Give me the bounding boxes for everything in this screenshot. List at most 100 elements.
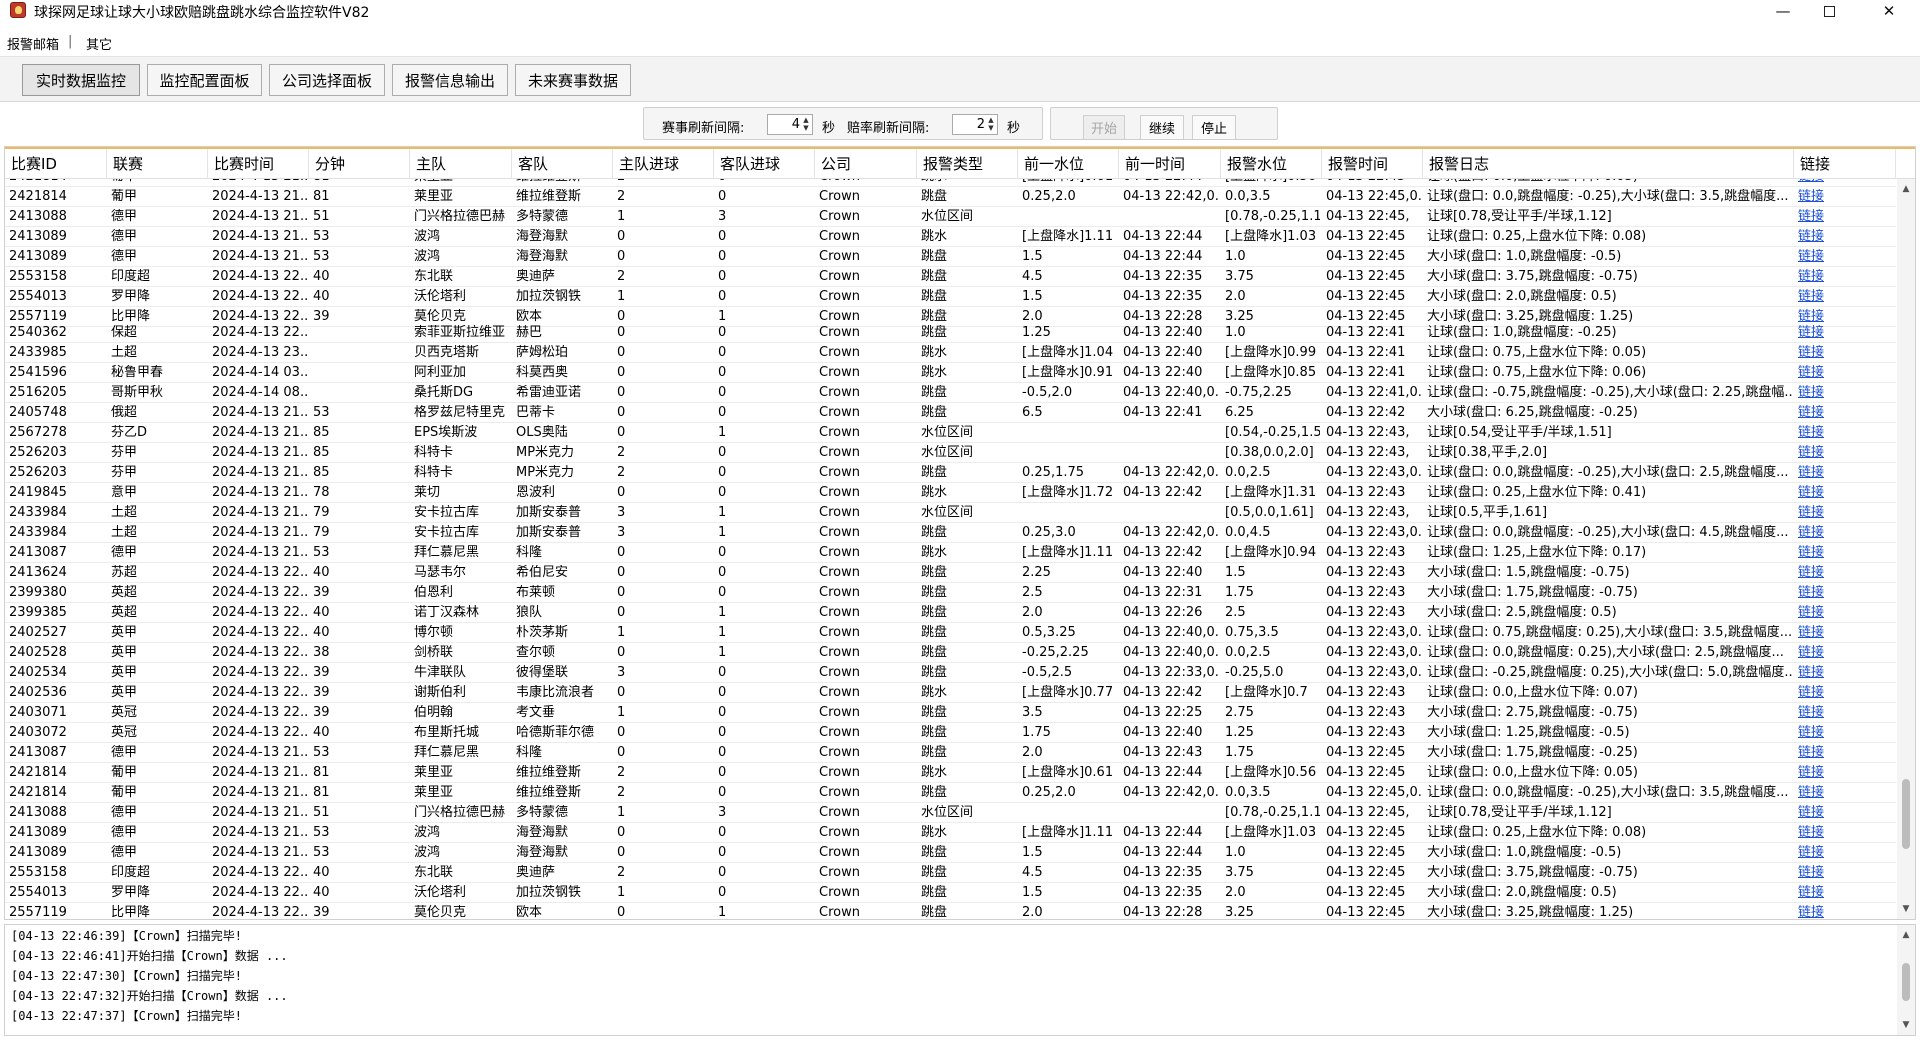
- scroll-up-icon[interactable]: ▲: [1897, 927, 1915, 943]
- row-link[interactable]: 链接: [1796, 765, 1894, 781]
- table-row[interactable]: 2553158 印度超 2024-4-13 22... 40 东北联 奥迪萨 2 0 Crown…: [5, 267, 1896, 287]
- row-link[interactable]: 链接: [1796, 289, 1894, 305]
- header-prev-odds[interactable]: 前一水位: [1018, 149, 1119, 179]
- header-alarm-type[interactable]: 报警类型: [917, 149, 1018, 179]
- table-row[interactable]: 2402536 英甲 2024-4-13 22... 39 谢斯伯利 韦康比流浪者 0 0 Cr…: [5, 683, 1896, 703]
- scroll-down-icon[interactable]: ▼: [1897, 901, 1915, 917]
- header-link[interactable]: 链接: [1794, 149, 1896, 179]
- grid-scrollbar[interactable]: ▲ ▼: [1897, 179, 1915, 919]
- row-link[interactable]: 链接: [1796, 249, 1894, 265]
- close-button[interactable]: ✕: [1866, 0, 1912, 22]
- row-link[interactable]: 链接: [1796, 425, 1894, 441]
- header-alarm-odds[interactable]: 报警水位: [1221, 149, 1322, 179]
- row-link[interactable]: 链接: [1796, 209, 1894, 225]
- row-link[interactable]: 链接: [1796, 665, 1894, 681]
- odds-refresh-value[interactable]: 2: [977, 117, 985, 132]
- minimize-button[interactable]: —: [1760, 0, 1806, 22]
- row-link[interactable]: 链接: [1796, 189, 1894, 205]
- table-row[interactable]: 2413089 德甲 2024-4-13 21... 53 波鸿 海登海默 0 0 Crown 跳…: [5, 843, 1896, 863]
- row-link[interactable]: 链接: [1796, 845, 1894, 861]
- header-home-team[interactable]: 主队: [410, 149, 512, 179]
- header-league[interactable]: 联赛: [107, 149, 208, 179]
- menu-alarm-mailbox[interactable]: 报警邮箱: [7, 34, 59, 53]
- scroll-down-icon[interactable]: ▼: [1897, 1017, 1915, 1033]
- table-row[interactable]: 2421814 葡甲 2024-4-13 21... 81 莱里亚 维拉维登斯 2 0 Crow…: [5, 763, 1896, 783]
- header-match-time[interactable]: 比赛时间: [208, 149, 309, 179]
- row-link[interactable]: 链接: [1796, 885, 1894, 901]
- row-link[interactable]: 链接: [1796, 405, 1894, 421]
- table-row[interactable]: 2413624 苏超 2024-4-13 22... 40 马瑟韦尔 希伯尼安 0 0 Crow…: [5, 563, 1896, 583]
- tab-future-matches[interactable]: 未来赛事数据: [515, 64, 631, 96]
- table-row[interactable]: 2553158 印度超 2024-4-13 22... 40 东北联 奥迪萨 2 0 Crown…: [5, 863, 1896, 883]
- table-row[interactable]: 2402528 英甲 2024-4-13 22... 38 剑桥联 查尔顿 0 1 Crown 跳…: [5, 643, 1896, 663]
- header-away-team[interactable]: 客队: [512, 149, 613, 179]
- chevron-down-icon[interactable]: ▼: [801, 124, 811, 132]
- header-match-id[interactable]: 比赛ID: [5, 149, 107, 179]
- scroll-up-icon[interactable]: ▲: [1897, 181, 1915, 197]
- row-link[interactable]: 链接: [1796, 179, 1894, 185]
- table-row[interactable]: 2433985 土超 2024-4-13 23... 贝西克塔斯 萨姆松珀 0 0 Crown…: [5, 343, 1896, 363]
- header-home-goals[interactable]: 主队进球: [613, 149, 714, 179]
- row-link[interactable]: 链接: [1796, 445, 1894, 461]
- row-link[interactable]: 链接: [1796, 645, 1894, 661]
- table-row[interactable]: 2540362 保超 2024-4-13 22... 索菲亚斯拉维亚 赫巴 0 0 Crown…: [5, 323, 1896, 343]
- table-row[interactable]: 2516205 哥斯甲秋 2024-4-14 08... 桑托斯DG 希雷迪亚诺 0 0 Cr…: [5, 383, 1896, 403]
- row-link[interactable]: 链接: [1796, 505, 1894, 521]
- row-link[interactable]: 链接: [1796, 269, 1894, 285]
- table-row[interactable]: 2433984 土超 2024-4-13 21... 79 安卡拉古库 加斯安泰普 3 1 Cr…: [5, 523, 1896, 543]
- table-row[interactable]: 2413089 德甲 2024-4-13 21... 53 波鸿 海登海默 0 0 Crown 跳…: [5, 227, 1896, 247]
- row-link[interactable]: 链接: [1796, 229, 1894, 245]
- row-link[interactable]: 链接: [1796, 605, 1894, 621]
- scroll-thumb[interactable]: [1902, 963, 1910, 1001]
- log-output[interactable]: ▲ ▼ [04-13 22:46:39]【Crown】扫描完毕! [04-13 2…: [4, 924, 1916, 1036]
- tab-realtime-monitor[interactable]: 实时数据监控: [22, 64, 140, 96]
- tab-company-select[interactable]: 公司选择面板: [269, 64, 385, 96]
- match-refresh-value[interactable]: 4: [792, 117, 800, 132]
- table-row[interactable]: 2421814 葡甲 2024-4-13 21... 81 莱里亚 维拉维登斯 2 0 Crow…: [5, 187, 1896, 207]
- header-away-goals[interactable]: 客队进球: [714, 149, 815, 179]
- table-row[interactable]: 2413089 德甲 2024-4-13 21... 53 波鸿 海登海默 0 0 Crown 跳…: [5, 823, 1896, 843]
- table-row[interactable]: 2567278 芬乙D 2024-4-13 21... 85 EPS埃斯波 OLS奥陆 0 1…: [5, 423, 1896, 443]
- log-scrollbar[interactable]: ▲ ▼: [1897, 925, 1915, 1035]
- table-row[interactable]: 2413088 德甲 2024-4-13 21... 51 门兴格拉德巴赫 多特蒙德 1 3 C…: [5, 207, 1896, 227]
- chevron-down-icon[interactable]: ▼: [986, 124, 996, 132]
- row-link[interactable]: 链接: [1796, 865, 1894, 881]
- chevron-up-icon[interactable]: ▲: [986, 116, 996, 124]
- row-link[interactable]: 链接: [1796, 365, 1894, 381]
- table-row[interactable]: 2526203 芬甲 2024-4-13 21... 85 科特卡 MP米克力 2 0 Crow…: [5, 443, 1896, 463]
- table-row[interactable]: 2403072 英冠 2024-4-13 22... 40 布里斯托城 哈德斯菲尔德 0 0 C…: [5, 723, 1896, 743]
- maximize-button[interactable]: [1806, 0, 1852, 22]
- table-row[interactable]: 2554013 罗甲降 2024-4-13 22... 40 沃伦塔利 加拉茨钢铁 1 0 Cr…: [5, 883, 1896, 903]
- match-refresh-stepper[interactable]: 4 ▲ ▼: [767, 114, 813, 135]
- row-link[interactable]: 链接: [1796, 745, 1894, 761]
- table-row[interactable]: 2541596 秘鲁甲春 2024-4-14 03... 阿利亚加 科莫西奥 0 0 Crow…: [5, 363, 1896, 383]
- table-row[interactable]: 2402534 英甲 2024-4-13 22... 39 牛津联队 彼得堡联 3 0 Crow…: [5, 663, 1896, 683]
- table-row[interactable]: 2403071 英冠 2024-4-13 22... 39 伯明翰 考文垂 1 0 Crown 跳…: [5, 703, 1896, 723]
- row-link[interactable]: 链接: [1796, 465, 1894, 481]
- row-link[interactable]: 链接: [1796, 585, 1894, 601]
- scroll-thumb[interactable]: [1902, 779, 1910, 849]
- row-link[interactable]: 链接: [1796, 385, 1894, 401]
- table-row[interactable]: 2399385 英超 2024-4-13 22... 40 诺丁汉森林 狼队 0 1 Crown…: [5, 603, 1896, 623]
- table-row[interactable]: 2413088 德甲 2024-4-13 21... 51 门兴格拉德巴赫 多特蒙德 1 3 C…: [5, 803, 1896, 823]
- stop-button[interactable]: 停止: [1192, 115, 1236, 140]
- row-link[interactable]: 链接: [1796, 905, 1894, 919]
- start-button[interactable]: 开始: [1083, 115, 1125, 140]
- menu-other[interactable]: 其它: [86, 34, 112, 53]
- row-link[interactable]: 链接: [1796, 705, 1894, 721]
- odds-refresh-stepper[interactable]: 2 ▲ ▼: [952, 114, 998, 135]
- header-minute[interactable]: 分钟: [309, 149, 410, 179]
- chevron-up-icon[interactable]: ▲: [801, 116, 811, 124]
- row-link[interactable]: 链接: [1796, 345, 1894, 361]
- table-row[interactable]: 2399380 英超 2024-4-13 22... 39 伯恩利 布莱顿 0 0 Crown 跳…: [5, 583, 1896, 603]
- table-row[interactable]: 2405748 俄超 2024-4-13 21... 53 格罗兹尼特里克 巴蒂卡 0 0 Cr…: [5, 403, 1896, 423]
- table-row[interactable]: 2419845 意甲 2024-4-13 21... 78 莱切 恩波利 0 0 Crown 跳水…: [5, 483, 1896, 503]
- header-company[interactable]: 公司: [815, 149, 917, 179]
- table-row[interactable]: 2413087 德甲 2024-4-13 21... 53 拜仁慕尼黑 科隆 0 0 Crown…: [5, 543, 1896, 563]
- row-link[interactable]: 链接: [1796, 785, 1894, 801]
- header-prev-time[interactable]: 前一时间: [1119, 149, 1221, 179]
- row-link[interactable]: 链接: [1796, 805, 1894, 821]
- row-link[interactable]: 链接: [1796, 325, 1894, 341]
- tab-monitor-config[interactable]: 监控配置面板: [147, 64, 262, 96]
- table-row[interactable]: 2557119 比甲降 2024-4-13 22... 39 莫伦贝克 欧本 0 1 Crown…: [5, 903, 1896, 919]
